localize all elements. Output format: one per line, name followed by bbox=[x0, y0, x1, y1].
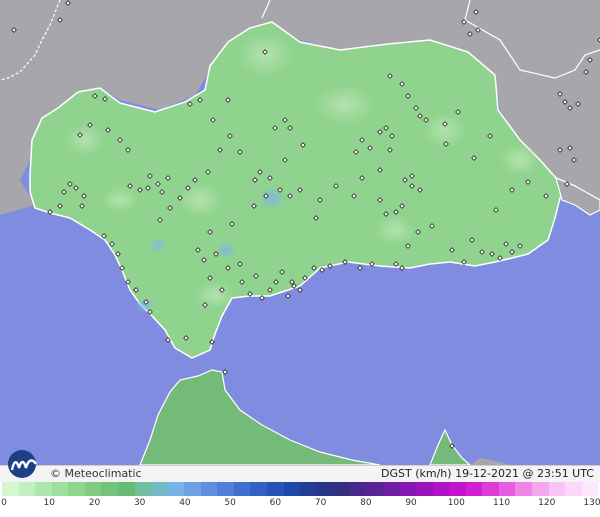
scale-tick-label: 130 bbox=[583, 498, 600, 508]
scale-swatch bbox=[399, 482, 417, 496]
scale-swatch bbox=[267, 482, 284, 496]
scale-swatch bbox=[151, 482, 168, 496]
scale-tick-label: 100 bbox=[447, 498, 465, 508]
scale-swatch bbox=[84, 482, 102, 496]
scale-tick-label: 80 bbox=[360, 498, 372, 508]
light-area bbox=[500, 144, 540, 176]
scale-tick-label: 0 bbox=[1, 498, 7, 508]
scale-tick-label: 90 bbox=[405, 498, 417, 508]
scale-tick-label: 60 bbox=[269, 498, 282, 508]
scale-swatch bbox=[250, 482, 267, 496]
scale-swatch bbox=[532, 482, 549, 496]
scale-tick-label: 10 bbox=[43, 498, 55, 508]
scale-swatch bbox=[35, 482, 52, 496]
gust-area-blue bbox=[216, 241, 236, 259]
color-scale-ticks: 0 10 20 30 40 50 60 70 80 90 100 110 120 130 bbox=[0, 498, 600, 514]
scale-swatch bbox=[167, 482, 185, 496]
scale-swatch bbox=[349, 482, 367, 496]
scale-swatch bbox=[200, 482, 218, 496]
scale-tick-label: 50 bbox=[224, 498, 236, 508]
scale-swatch bbox=[432, 482, 450, 496]
scale-swatch bbox=[382, 482, 400, 496]
light-area bbox=[65, 124, 105, 156]
scale-tick-label: 40 bbox=[179, 498, 191, 508]
light-area bbox=[315, 85, 375, 125]
map-title: DGST (km/h) 19-12-2021 @ 23:51 UTC bbox=[381, 467, 594, 480]
scale-tick-label: 30 bbox=[133, 498, 146, 508]
scale-swatch bbox=[482, 482, 499, 496]
scale-swatch bbox=[316, 482, 334, 496]
scale-swatch bbox=[416, 482, 433, 496]
map-view[interactable] bbox=[0, 0, 600, 465]
scale-swatch bbox=[300, 482, 317, 496]
scale-tick-label: 120 bbox=[538, 498, 556, 508]
scale-swatch bbox=[565, 482, 582, 496]
scale-swatch bbox=[333, 482, 350, 496]
gust-area-blue bbox=[149, 237, 167, 253]
scale-swatch bbox=[465, 482, 483, 496]
scale-swatch bbox=[581, 482, 599, 496]
light-area bbox=[102, 186, 138, 214]
scale-swatch bbox=[134, 482, 152, 496]
light-area bbox=[375, 214, 415, 246]
scale-swatch bbox=[184, 482, 201, 496]
map-svg bbox=[0, 0, 600, 465]
scale-tick-label: 20 bbox=[88, 498, 101, 508]
scale-swatch bbox=[101, 482, 118, 496]
light-area bbox=[237, 33, 293, 77]
scale-tick-label: 70 bbox=[314, 498, 327, 508]
scale-swatch bbox=[233, 482, 251, 496]
scale-swatch bbox=[18, 482, 36, 496]
info-bar: © Meteoclimatic DGST (km/h) 19-12-2021 @… bbox=[0, 465, 600, 482]
scale-swatch bbox=[449, 482, 466, 496]
light-area bbox=[195, 281, 235, 309]
scale-swatch bbox=[51, 482, 69, 496]
scale-swatch bbox=[217, 482, 234, 496]
gust-area-blue bbox=[135, 297, 155, 313]
scale-swatch bbox=[548, 482, 566, 496]
meteoclimatic-logo-icon bbox=[4, 448, 48, 478]
scale-swatch bbox=[366, 482, 383, 496]
scale-swatch bbox=[68, 482, 85, 496]
color-scale-legend: 0 10 20 30 40 50 60 70 80 90 100 110 120 130 bbox=[0, 482, 600, 517]
scale-tick-label: 110 bbox=[492, 498, 511, 508]
scale-swatch bbox=[283, 482, 301, 496]
credit-text: © Meteoclimatic bbox=[50, 467, 142, 480]
color-scale-swatches bbox=[2, 482, 599, 496]
scale-swatch bbox=[515, 482, 532, 496]
light-area bbox=[178, 182, 222, 218]
scale-swatch bbox=[117, 482, 135, 496]
scale-swatch bbox=[2, 482, 19, 496]
scale-swatch bbox=[498, 482, 516, 496]
